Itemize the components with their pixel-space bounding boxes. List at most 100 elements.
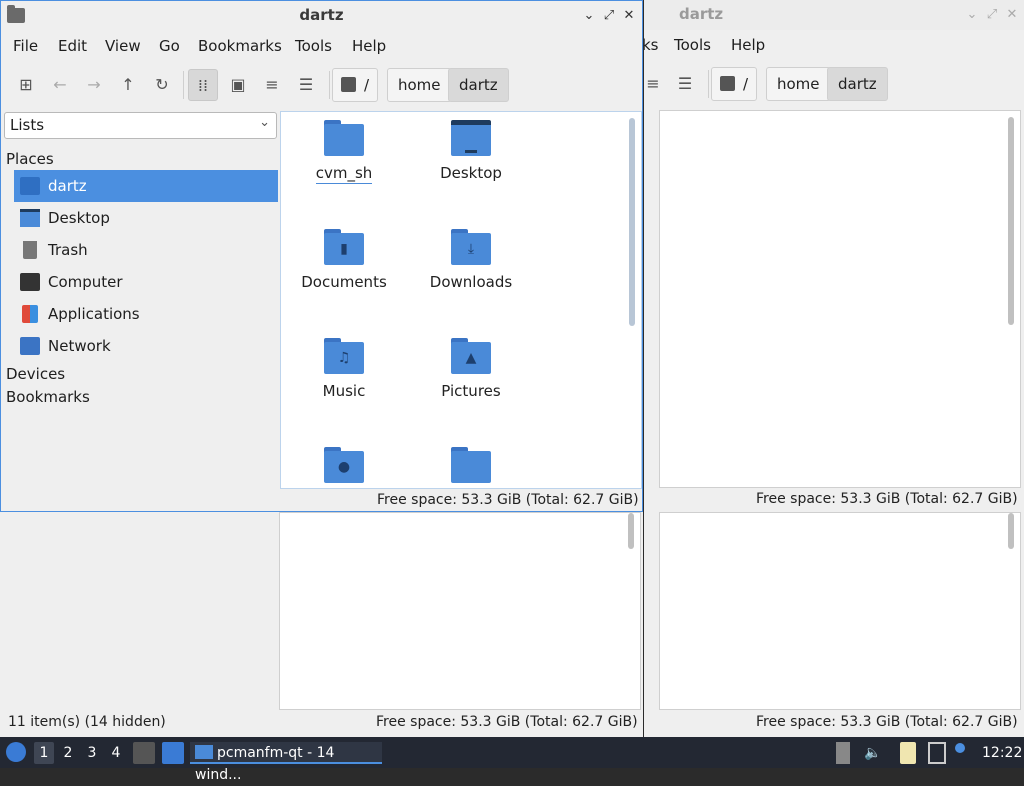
sidebar-bookmarks-heading[interactable]: Bookmarks — [6, 388, 90, 406]
folder-icon — [324, 120, 364, 156]
scrollbar[interactable] — [1008, 513, 1014, 549]
file-view[interactable]: cvm_sh Desktop ▮ Documents ⤓ Downloads ♫… — [280, 111, 642, 489]
menu-tools[interactable]: Tools — [674, 36, 711, 54]
menu-bookmarks[interactable]: Bookmarks — [198, 37, 282, 55]
file-item[interactable]: Desktop — [411, 120, 531, 182]
detailed-list-icon[interactable]: ☰ — [670, 68, 700, 100]
file-name: Music — [322, 382, 366, 400]
side-pane-mode-value: Lists — [10, 116, 45, 134]
sidebar-item-label: Desktop — [48, 209, 110, 227]
show-desktop-icon[interactable] — [162, 742, 184, 764]
taskbar-task-button[interactable]: pcmanfm-qt - 14 wind... — [190, 742, 382, 783]
menu-file[interactable]: File — [13, 37, 38, 55]
scrollbar[interactable] — [1008, 117, 1014, 325]
menu-help[interactable]: Help — [731, 36, 765, 54]
update-notifier-icon[interactable] — [955, 743, 965, 753]
menu-go[interactable]: Go — [159, 37, 180, 55]
bg-toolbar: ≡ ☰ / home dartz — [644, 64, 1024, 104]
sidebar-item-dartz[interactable]: dartz — [14, 170, 278, 202]
status-free-space: Free space: 53.3 GiB (Total: 62.7 GiB) — [377, 492, 639, 508]
breadcrumb-root[interactable]: / — [332, 68, 379, 102]
icon-view-icon[interactable]: ⁞⁞ — [188, 69, 218, 101]
toolbar: ⊞ ← → ↑ ↻ ⁞⁞ ▣ ≡ ☰ / home dartz — [1, 65, 642, 105]
scrollbar[interactable] — [628, 513, 634, 549]
forward-arrow-icon[interactable]: → — [79, 69, 109, 101]
detailed-list-icon[interactable]: ☰ — [291, 69, 321, 101]
file-item[interactable]: ⤓ Downloads — [411, 229, 531, 291]
menu-edit[interactable]: Edit — [58, 37, 87, 55]
sidebar-item-desktop[interactable]: Desktop — [14, 202, 278, 234]
taskbar: 1 2 3 4 pcmanfm-qt - 14 wind... 🔈 12:22 — [0, 737, 1024, 783]
reload-icon[interactable]: ↻ — [147, 69, 177, 101]
file-name: Pictures — [441, 382, 501, 400]
breadcrumb-home[interactable]: home — [766, 67, 831, 101]
desktop-4-button[interactable]: 4 — [106, 742, 126, 764]
task-label: pcmanfm-qt - 14 wind... — [195, 745, 335, 783]
network-icon — [20, 337, 40, 355]
minimize-icon[interactable]: ⌄ — [579, 6, 599, 26]
compact-view-icon[interactable]: ≡ — [257, 69, 287, 101]
menu-help[interactable]: Help — [352, 37, 386, 55]
file-name: cvm_sh — [315, 164, 373, 184]
sidebar-devices-heading[interactable]: Devices — [6, 365, 65, 383]
file-item[interactable]: ▮ Documents — [284, 229, 404, 291]
clipboard-icon[interactable] — [900, 742, 916, 764]
root-drive-icon — [720, 76, 735, 91]
file-name: Downloads — [429, 273, 513, 291]
network-status-icon[interactable] — [928, 742, 946, 764]
volume-icon[interactable]: 🔈 — [864, 742, 882, 764]
breadcrumb-current[interactable]: dartz — [448, 68, 509, 102]
menu-view[interactable]: View — [105, 37, 141, 55]
sidebar-item-network[interactable]: Network — [14, 330, 278, 362]
side-pane-mode-select[interactable]: Lists ⌄ — [4, 112, 277, 139]
eject-icon[interactable] — [836, 742, 850, 764]
breadcrumb-current[interactable]: dartz — [827, 67, 888, 101]
desktop-folder-icon — [451, 120, 491, 156]
bg-status-free: Free space: 53.3 GiB (Total: 62.7 GiB) — [756, 491, 1018, 507]
minimize-icon[interactable]: ⌄ — [962, 5, 982, 25]
bg-file-view-3 — [659, 512, 1021, 710]
breadcrumb-home[interactable]: home — [387, 68, 452, 102]
bg-file-view — [659, 110, 1021, 488]
bg-status-free-2: Free space: 53.3 GiB (Total: 62.7 GiB) — [376, 714, 638, 730]
up-arrow-icon[interactable]: ↑ — [113, 69, 143, 101]
bg-status-free-3: Free space: 53.3 GiB (Total: 62.7 GiB) — [756, 714, 1018, 730]
file-item[interactable]: cvm_sh — [284, 120, 404, 184]
sidebar-item-applications[interactable]: Applications — [14, 298, 278, 330]
menu-tools[interactable]: Tools — [295, 37, 332, 55]
folder-icon — [195, 745, 213, 759]
clock[interactable]: 12:22 — [982, 742, 1022, 764]
menu-ks[interactable]: ks — [644, 36, 659, 54]
close-icon[interactable]: ✕ — [619, 6, 639, 26]
scrollbar[interactable] — [629, 118, 635, 326]
file-item[interactable] — [411, 447, 531, 483]
maximize-icon[interactable]: ⤢ — [599, 6, 619, 26]
close-icon[interactable]: ✕ — [1002, 5, 1022, 25]
thumbnail-view-icon[interactable]: ▣ — [223, 69, 253, 101]
bg-menubar: ks Tools Help — [644, 32, 1024, 58]
applications-icon — [22, 305, 38, 323]
documents-folder-icon: ▮ — [324, 229, 364, 265]
sidebar-item-computer[interactable]: Computer — [14, 266, 278, 298]
sidebar-item-trash[interactable]: Trash — [14, 234, 278, 266]
file-item[interactable]: ▲ Pictures — [411, 338, 531, 400]
start-menu-icon[interactable] — [6, 742, 26, 762]
desktop-1-button[interactable]: 1 — [34, 742, 54, 764]
maximize-icon[interactable]: ⤢ — [982, 5, 1002, 25]
breadcrumb-root-label: / — [364, 76, 370, 94]
file-item[interactable]: ♫ Music — [284, 338, 404, 400]
bg-file-view-2 — [279, 512, 641, 710]
sidebar-item-label: Network — [48, 337, 111, 355]
file-item[interactable]: ● — [284, 447, 404, 483]
sidebar-places-heading[interactable]: Places — [6, 150, 54, 168]
back-arrow-icon[interactable]: ← — [45, 69, 75, 101]
desktop-3-button[interactable]: 3 — [82, 742, 102, 764]
new-tab-icon[interactable]: ⊞ — [11, 69, 41, 101]
file-manager-launcher-icon[interactable] — [133, 742, 155, 764]
folder-icon — [451, 447, 491, 483]
compact-view-icon[interactable]: ≡ — [644, 68, 668, 100]
breadcrumb-root[interactable]: / — [711, 67, 758, 101]
separator — [183, 71, 184, 99]
sidebar-item-label: Applications — [48, 305, 140, 323]
desktop-2-button[interactable]: 2 — [58, 742, 78, 764]
